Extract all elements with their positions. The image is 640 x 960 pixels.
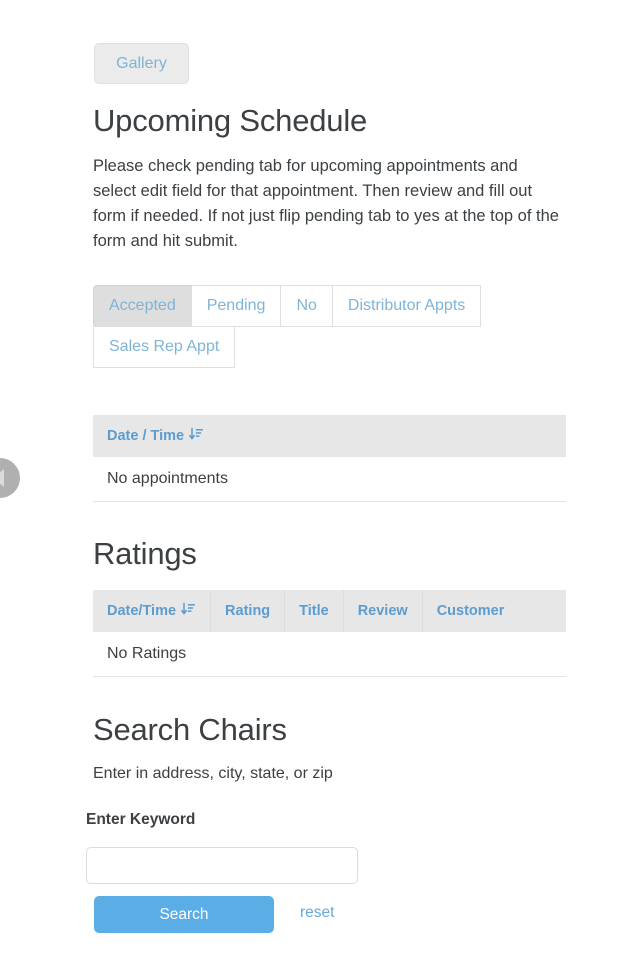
tab-accepted-label: Accepted <box>109 297 176 314</box>
column-header-customer[interactable]: Customer <box>423 590 519 632</box>
chevron-left-glyph <box>0 469 4 487</box>
search-chairs-subtitle: Enter in address, city, state, or zip <box>93 765 333 782</box>
appointments-empty-row: No appointments <box>93 457 566 502</box>
appointment-tabs: Accepted Pending No Distributor Appts Sa… <box>93 285 527 368</box>
tab-sales-rep-appt[interactable]: Sales Rep Appt <box>93 326 236 368</box>
tab-no[interactable]: No <box>280 285 333 327</box>
tab-sales-rep-appt-label: Sales Rep Appt <box>109 338 220 355</box>
column-header-ratings-date-time-label: Date/Time <box>107 603 177 619</box>
search-keyword-input[interactable] <box>86 847 358 884</box>
tab-no-label: No <box>296 297 317 314</box>
upcoming-schedule-title: Upcoming Schedule <box>93 103 368 138</box>
column-header-ratings-date-time[interactable]: Date/Time <box>93 590 212 632</box>
ratings-table: Date/Time Rating Title Review Customer N… <box>93 590 566 677</box>
column-header-rating[interactable]: Rating <box>211 590 286 632</box>
tab-distributor-appts[interactable]: Distributor Appts <box>331 285 482 327</box>
column-header-date-time[interactable]: Date / Time <box>93 415 218 457</box>
ratings-title: Ratings <box>93 536 197 571</box>
tab-pending-label: Pending <box>206 297 266 314</box>
clipped-top-text: . <box>430 0 434 3</box>
chevron-left-icon[interactable] <box>0 458 20 498</box>
column-header-title[interactable]: Title <box>285 590 344 632</box>
tab-pending[interactable]: Pending <box>190 285 282 327</box>
gallery-button-label: Gallery <box>116 54 167 72</box>
search-button[interactable]: Search <box>94 896 274 933</box>
reset-link[interactable]: reset <box>300 904 334 922</box>
sort-amount-down-icon <box>189 427 204 446</box>
ratings-empty-message: No Ratings <box>107 645 187 662</box>
column-header-review-label: Review <box>357 603 408 619</box>
column-header-review[interactable]: Review <box>344 590 423 632</box>
column-header-date-time-label: Date / Time <box>107 428 185 444</box>
keyword-field-label: Enter Keyword <box>86 811 196 828</box>
ratings-table-header: Date/Time Rating Title Review Customer <box>93 590 566 632</box>
search-chairs-title: Search Chairs <box>93 712 287 747</box>
appointments-table-header: Date / Time <box>93 415 566 457</box>
page-root: . Gallery Upcoming Schedule Please check… <box>0 0 640 960</box>
appointments-empty-message: No appointments <box>107 470 228 487</box>
sort-amount-down-icon <box>181 602 196 621</box>
upcoming-schedule-description: Please check pending tab for upcoming ap… <box>93 157 559 250</box>
tab-distributor-appts-label: Distributor Appts <box>347 297 466 314</box>
gallery-button[interactable]: Gallery <box>94 43 189 84</box>
column-header-title-label: Title <box>299 603 329 619</box>
column-header-rating-label: Rating <box>225 603 271 619</box>
column-header-customer-label: Customer <box>436 603 505 619</box>
ratings-empty-row: No Ratings <box>93 632 566 677</box>
tab-accepted[interactable]: Accepted <box>93 285 192 327</box>
appointments-table: Date / Time No appointments <box>93 415 566 502</box>
